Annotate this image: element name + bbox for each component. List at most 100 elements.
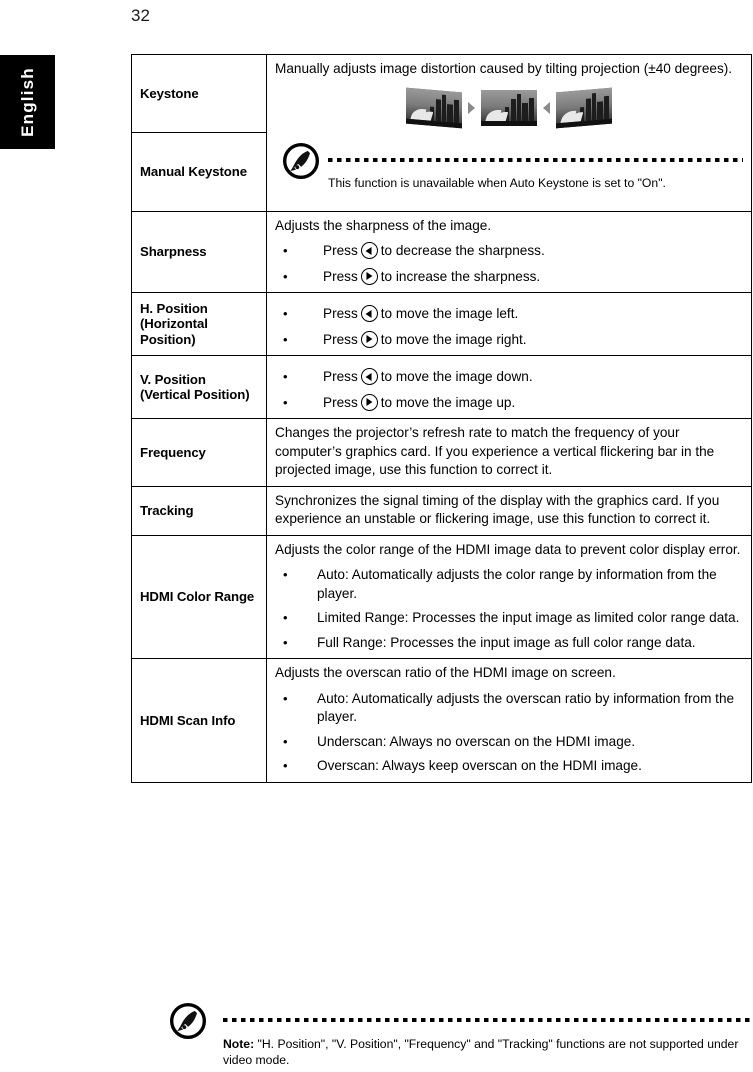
row-label-h-position: H. Position (Horizontal Position) (131, 292, 267, 356)
row-label-manual-keystone: Manual Keystone (131, 132, 267, 212)
frequency-description: Changes the projector’s refresh rate to … (275, 425, 715, 477)
left-arrow-key-icon (360, 368, 378, 385)
footer-note-text: Note: "H. Position", "V. Position", "Fre… (223, 1003, 753, 1068)
right-arrow-key-icon (360, 393, 378, 411)
bullet-icon: • (283, 634, 288, 650)
press-action: to move the image left. (380, 306, 519, 321)
row-label-hdmi-color-range: HDMI Color Range (131, 534, 267, 659)
note-divider (223, 1018, 750, 1022)
row-desc-keystone: Manually adjusts image distortion caused… (266, 54, 752, 212)
bullet-icon: • (283, 567, 288, 582)
press-action: to decrease the sharpness. (380, 243, 545, 258)
table-row: V. Position (Vertical Position) • Press to… (131, 355, 752, 419)
list-item-text: Full Range: Processes the input image as… (317, 634, 696, 650)
row-desc-h-position: • Press to move the image left. • Press to m… (266, 292, 752, 356)
hdmi-scan-info-description: Adjusts the overscan ratio of the HDMI i… (275, 665, 616, 680)
keystone-note-text: This function is unavailable when Auto K… (328, 175, 666, 190)
keystone-image-right-tilted (556, 87, 612, 128)
table-row: Tracking Synchronizes the signal timing … (131, 485, 752, 536)
sharpness-bullet-list: • Press to decrease the sharpness. • Press t… (275, 242, 743, 286)
list-item-text: Auto: Automatically adjusts the overscan… (317, 690, 735, 725)
h-position-bullet-list: • Press to move the image left. • Press to m… (275, 305, 743, 349)
list-item: • Press to move the image down. (275, 368, 743, 387)
keystone-image-left-tilted (406, 87, 462, 128)
tracking-description: Synchronizes the signal timing of the di… (275, 492, 720, 527)
press-label: Press (323, 306, 358, 321)
press-label: Press (323, 243, 358, 258)
table-row: HDMI Scan Info Adjusts the overscan rati… (131, 658, 752, 783)
list-item: • Press to move the image up. (275, 393, 743, 413)
list-item: • Auto: Automatically adjusts the oversca… (275, 690, 743, 727)
row-desc-hdmi-color-range: Adjusts the color range of the HDMI imag… (266, 534, 752, 659)
row-desc-frequency: Changes the projector’s refresh rate to … (266, 418, 752, 487)
keystone-image-row (406, 87, 612, 128)
hdmi-color-range-description: Adjusts the color range of the HDMI imag… (275, 541, 741, 557)
table-row: HDMI Color Range Adjusts the color range… (131, 534, 752, 659)
list-item: • Full Range: Processes the input image a… (275, 634, 743, 653)
keystone-description: Manually adjusts image distortion caused… (275, 61, 733, 76)
row-label-v-position: V. Position (Vertical Position) (131, 355, 267, 419)
bullet-icon: • (283, 243, 288, 258)
list-item-text: Auto: Automatically adjusts the color ra… (317, 567, 717, 601)
list-item-text: Limited Range: Processes the input image… (317, 610, 740, 625)
press-label: Press (323, 331, 358, 347)
language-tab: English (0, 55, 55, 149)
press-action: to move the image down. (380, 369, 533, 384)
press-label: Press (323, 394, 358, 410)
arrow-left-icon (543, 101, 550, 114)
row-label-hdmi-scan-info: HDMI Scan Info (131, 658, 267, 783)
list-item: • Overscan: Always keep overscan on the H… (275, 757, 743, 776)
hdmi-color-range-bullet-list: • Auto: Automatically adjusts the color r… (275, 566, 743, 652)
keystone-correction-illustration (275, 87, 743, 130)
list-item: • Auto: Automatically adjusts the color r… (275, 566, 743, 603)
v-position-bullet-list: • Press to move the image down. • Press to m… (275, 368, 743, 412)
list-item-text: Overscan: Always keep overscan on the HD… (317, 758, 642, 773)
bullet-icon: • (283, 394, 288, 410)
press-label: Press (323, 369, 358, 384)
row-desc-hdmi-scan-info: Adjusts the overscan ratio of the HDMI i… (266, 658, 752, 783)
footer-note-body: "H. Position", "V. Position", "Frequency… (223, 1037, 739, 1067)
sharpness-description: Adjusts the sharpness of the image. (275, 217, 492, 233)
note-divider (328, 157, 743, 162)
row-label-tracking: Tracking (131, 485, 267, 536)
press-action: to move the image up. (380, 394, 516, 410)
list-item: • Underscan: Always no overscan on the HD… (275, 733, 743, 752)
language-tab-label: English (17, 67, 37, 137)
press-action: to move the image right. (380, 331, 527, 347)
bullet-icon: • (283, 758, 288, 773)
footer-note-label: Note: (223, 1037, 255, 1051)
list-item: • Press to decrease the sharpness. (275, 242, 743, 261)
bullet-icon: • (283, 690, 288, 706)
table-row: H. Position (Horizontal Position) • Press… (131, 292, 752, 356)
bullet-icon: • (283, 331, 288, 347)
right-arrow-key-icon (360, 267, 378, 285)
bullet-icon: • (283, 306, 288, 321)
keystone-note: This function is unavailable when Auto K… (275, 142, 743, 199)
press-label: Press (323, 268, 358, 284)
left-arrow-key-icon (360, 305, 378, 322)
row-label-keystone: Keystone (131, 53, 267, 134)
arrow-right-icon (468, 101, 475, 114)
table-row: Keystone Manually adjusts image distorti… (131, 53, 752, 212)
row-desc-sharpness: Adjusts the sharpness of the image. • Pre… (266, 210, 752, 293)
press-action: to increase the sharpness. (380, 268, 541, 284)
list-item: • Press to increase the sharpness. (275, 267, 743, 287)
hdmi-scan-info-bullet-list: • Auto: Automatically adjusts the oversca… (275, 690, 743, 776)
list-item: • Limited Range: Processes the input imag… (275, 609, 743, 628)
table-row: Frequency Changes the projector’s refres… (131, 418, 752, 487)
row-desc-tracking: Synchronizes the signal timing of the di… (266, 485, 752, 536)
settings-table: Keystone Manually adjusts image distorti… (131, 53, 752, 783)
acer-note-icon (283, 142, 319, 179)
row-label-frequency: Frequency (131, 418, 267, 487)
left-arrow-key-icon (360, 242, 378, 259)
bullet-icon: • (283, 733, 288, 749)
bullet-icon: • (283, 268, 288, 284)
acer-note-icon (170, 1003, 206, 1039)
page-number: 32 (131, 6, 150, 25)
right-arrow-key-icon (360, 330, 378, 348)
keystone-image-corrected (481, 89, 537, 126)
row-desc-v-position: • Press to move the image down. • Press to m… (266, 355, 752, 419)
table-row: Sharpness Adjusts the sharpness of the i… (131, 210, 752, 293)
list-item-text: Underscan: Always no overscan on the HDM… (317, 733, 636, 749)
row-label-sharpness: Sharpness (131, 210, 267, 293)
